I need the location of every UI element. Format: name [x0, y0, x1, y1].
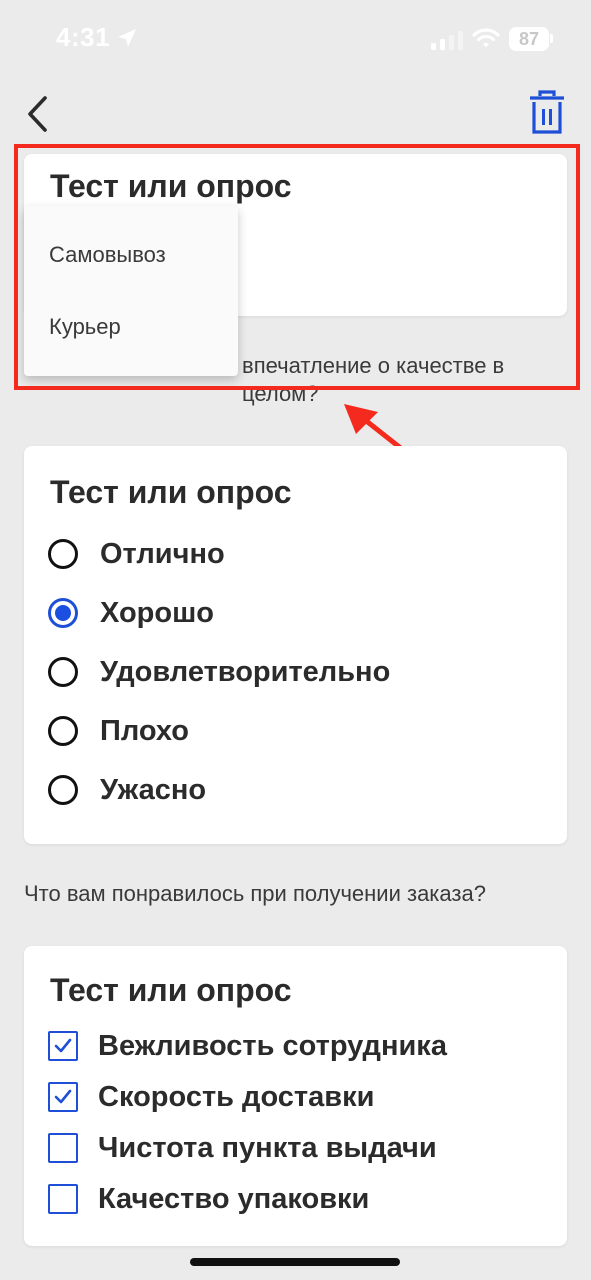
dropdown-item-courier[interactable]: Курьер	[24, 298, 238, 370]
status-bar: 4:31 87	[0, 0, 591, 80]
chevron-left-icon	[28, 96, 47, 132]
checkbox-option-speed[interactable]: Скорость доставки	[48, 1077, 374, 1117]
radio-button-selected[interactable]	[48, 598, 78, 628]
checkbox-unchecked[interactable]	[48, 1184, 78, 1214]
wifi-icon	[472, 28, 500, 48]
checkbox-checked[interactable]	[48, 1082, 78, 1112]
dropdown-item-pickup[interactable]: Самовывоз	[24, 226, 238, 298]
battery-tip	[550, 34, 553, 43]
battery-icon: 87	[509, 27, 549, 51]
checkbox-checked[interactable]	[48, 1031, 78, 1061]
card-title: Тест или опрос	[50, 474, 292, 510]
delete-button[interactable]	[524, 88, 570, 138]
radio-label: Удовлетворительно	[100, 655, 391, 688]
checkbox-label: Чистота пункта выдачи	[98, 1131, 437, 1164]
status-time: 4:31	[56, 22, 111, 52]
card-title: Тест или опрос	[50, 168, 292, 204]
checkbox-label: Скорость доставки	[98, 1080, 375, 1113]
checkbox-label: Вежливость сотрудника	[98, 1029, 447, 1062]
checkmark-icon	[54, 1089, 72, 1104]
back-button[interactable]	[18, 90, 58, 138]
checkbox-option-politeness[interactable]: Вежливость сотрудника	[48, 1026, 447, 1066]
radio-option-satisfactory[interactable]: Удовлетворительно	[48, 652, 390, 692]
location-arrow-icon	[118, 29, 136, 47]
checkbox-option-cleanliness[interactable]: Чистота пункта выдачи	[48, 1128, 437, 1168]
radio-option-bad[interactable]: Плохо	[48, 711, 189, 751]
checkbox-option-packaging[interactable]: Качество упаковки	[48, 1179, 369, 1219]
radio-option-terrible[interactable]: Ужасно	[48, 770, 206, 810]
radio-button[interactable]	[48, 775, 78, 805]
trash-icon	[530, 90, 564, 134]
checkbox-label: Качество упаковки	[98, 1182, 370, 1215]
radio-option-excellent[interactable]: Отлично	[48, 534, 225, 574]
radio-button[interactable]	[48, 539, 78, 569]
home-indicator	[190, 1258, 400, 1266]
checkmark-icon	[54, 1038, 72, 1053]
radio-option-good[interactable]: Хорошо	[48, 593, 214, 633]
radio-label: Хорошо	[100, 596, 214, 629]
radio-label: Ужасно	[100, 773, 207, 806]
dropdown-menu: Самовывоз Курьер	[24, 206, 238, 376]
cellular-signal-icon	[431, 31, 463, 50]
radio-button[interactable]	[48, 657, 78, 687]
card-title: Тест или опрос	[50, 972, 292, 1008]
survey-card-radio: Тест или опрос Отлично Хорошо Удовлетвор…	[24, 446, 567, 844]
radio-button[interactable]	[48, 716, 78, 746]
radio-label: Плохо	[100, 714, 189, 747]
radio-label: Отлично	[100, 537, 225, 570]
survey-card-checkbox: Тест или опрос Вежливость сотрудника Ско…	[24, 946, 567, 1246]
question-text: Что вам понравилось при получении заказа…	[24, 881, 486, 906]
checkbox-unchecked[interactable]	[48, 1133, 78, 1163]
